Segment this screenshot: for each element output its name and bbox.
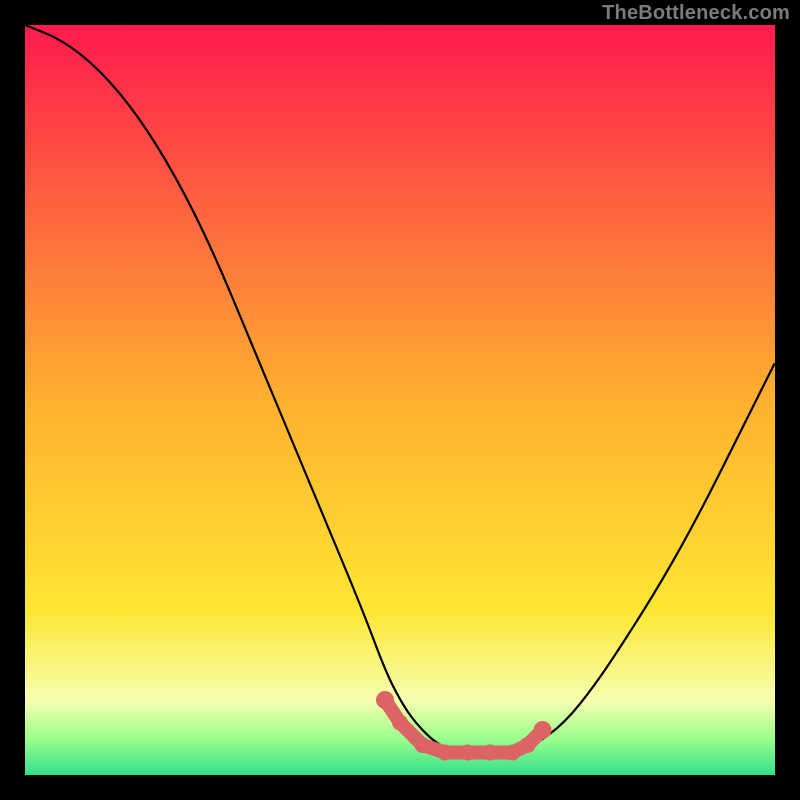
sweet-spot-marker (505, 745, 521, 761)
sweet-spot-marker (534, 721, 552, 739)
watermark-text: TheBottleneck.com (602, 2, 790, 25)
sweet-spot-marker (392, 715, 408, 731)
sweet-spot-marker (415, 737, 431, 753)
gradient-background (25, 25, 775, 775)
sweet-spot-marker (376, 691, 394, 709)
chart-svg (25, 25, 775, 775)
sweet-spot-marker (437, 745, 453, 761)
chart-frame: TheBottleneck.com (0, 0, 800, 800)
plot-area (25, 25, 775, 775)
sweet-spot-marker (482, 745, 498, 761)
sweet-spot-marker (520, 737, 536, 753)
sweet-spot-marker (460, 745, 476, 761)
